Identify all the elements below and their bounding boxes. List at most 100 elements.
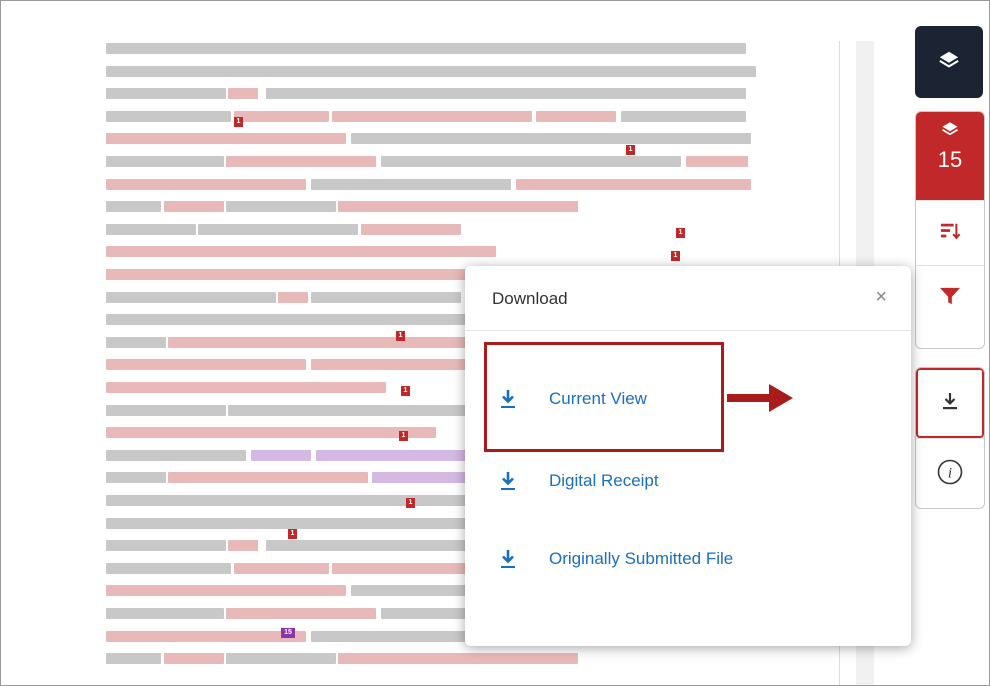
annotation-highlight-box [484,342,724,452]
text-segment [266,88,746,100]
match-marker[interactable]: 1 [288,529,297,539]
match-highlight[interactable] [106,246,496,258]
match-highlight[interactable] [234,562,329,574]
download-button[interactable] [916,368,984,438]
text-segment [106,65,756,77]
match-highlight[interactable] [226,156,376,167]
text-segment [106,336,166,348]
document-text-line [106,651,774,666]
popup-divider [465,330,911,331]
match-highlight[interactable] [316,449,476,461]
text-segment [226,653,336,665]
layers-icon [938,49,960,76]
match-highlight[interactable] [311,359,471,371]
text-segment [311,178,511,190]
text-segment [106,110,231,122]
match-highlight[interactable] [164,653,224,665]
download-icon [495,468,521,494]
document-text-line [106,64,774,79]
match-highlight[interactable] [686,156,748,167]
match-highlight[interactable] [106,382,386,393]
match-highlight[interactable] [332,110,532,122]
text-segment [106,449,246,461]
document-text-line [106,222,774,237]
match-marker[interactable]: 1 [626,145,635,155]
download-icon [941,391,959,416]
match-highlight[interactable] [106,178,306,190]
text-segment [198,223,358,235]
match-highlight[interactable] [516,178,751,190]
text-segment [106,156,224,167]
text-segment [621,110,746,122]
download-popup: Download × Current View Digital Receipt … [465,266,911,646]
layers-button[interactable] [915,26,983,98]
match-marker[interactable]: 1 [399,431,408,441]
match-highlight[interactable] [361,223,461,235]
info-icon: i [937,459,963,490]
app-frame: 1 1 1 1 1 1 1 1 1 15 15 i Download × Cur… [0,0,990,686]
document-text-line [106,199,774,214]
filter-icon [939,286,961,311]
svg-text:i: i [948,465,952,481]
text-segment [106,223,196,235]
sort-button[interactable] [916,200,984,265]
match-highlight[interactable] [106,359,306,371]
match-highlight[interactable] [168,336,468,348]
match-count: 15 [937,147,963,172]
download-icon [495,546,521,572]
match-highlight[interactable] [228,540,258,552]
match-highlight[interactable] [234,110,329,122]
document-text-line [106,86,774,101]
document-text-line [106,41,774,56]
tools-panel: i [915,367,985,509]
sort-icon [939,221,961,246]
text-segment [106,404,226,416]
match-marker[interactable]: 1 [401,386,410,396]
match-highlight[interactable] [536,110,616,122]
annotation-arrow [727,384,793,412]
match-highlight[interactable] [106,427,436,439]
text-segment [106,291,276,303]
match-marker[interactable]: 1 [234,117,243,127]
text-segment [106,608,224,619]
match-overview-panel: 15 [915,111,985,349]
layers-icon [916,112,984,140]
match-highlight[interactable] [251,449,311,461]
text-segment [106,472,166,484]
match-highlight[interactable] [106,269,486,280]
match-marker[interactable]: 1 [676,228,685,238]
match-highlight[interactable] [226,608,376,619]
match-highlight[interactable] [164,201,224,213]
text-segment [311,291,461,303]
text-segment [106,540,226,552]
document-text-line [106,177,774,192]
text-segment [381,156,681,167]
match-marker[interactable]: 1 [406,498,415,508]
match-highlight[interactable] [106,630,306,642]
document-text-line [106,154,774,169]
match-highlight[interactable] [338,201,578,213]
match-highlight[interactable] [168,472,368,484]
info-button[interactable]: i [916,438,984,508]
match-count-button[interactable]: 15 [916,112,984,200]
match-highlight[interactable] [228,88,258,100]
match-highlight[interactable] [106,585,346,597]
popup-title: Download [492,289,568,308]
close-icon[interactable]: × [875,286,887,309]
text-segment [106,653,161,665]
download-digital-receipt-option[interactable]: Digital Receipt [495,461,659,501]
text-segment [106,314,466,326]
text-segment [106,562,231,574]
filter-button[interactable] [916,265,984,330]
match-marker[interactable]: 1 [396,331,405,341]
match-highlight[interactable] [338,653,578,665]
download-option-label: Digital Receipt [549,471,659,490]
download-original-file-option[interactable]: Originally Submitted File [495,539,733,579]
text-segment [106,88,226,100]
text-segment [106,43,746,54]
match-highlight[interactable] [278,291,308,303]
text-segment [106,201,161,213]
match-marker[interactable]: 15 [281,628,295,638]
match-highlight[interactable] [106,133,346,145]
match-marker[interactable]: 1 [671,251,680,261]
